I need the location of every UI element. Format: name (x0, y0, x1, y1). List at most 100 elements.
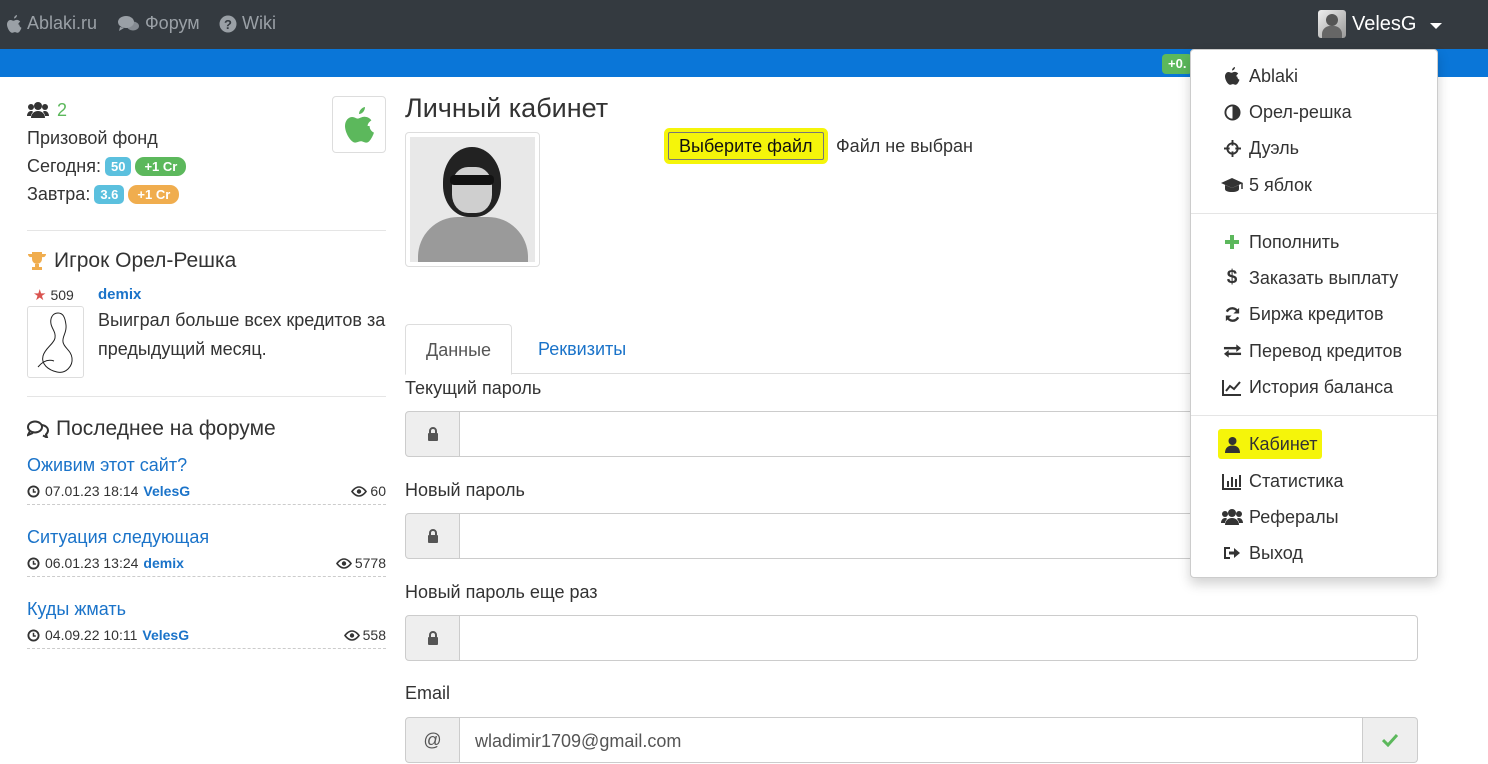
question-circle-icon: ? (219, 15, 237, 32)
dropdown-item-refresh[interactable]: Биржа кредитов (1191, 299, 1437, 329)
sketch-avatar-icon (37, 312, 73, 373)
caret-down-icon (1430, 22, 1443, 29)
player-description: Выиграл больше всех кредитов за предыдущ… (98, 310, 386, 359)
dropdown-item-label: Рефералы (1249, 506, 1339, 527)
forum-topic-views-count: 60 (370, 483, 386, 499)
forum-topic-meta: 04.09.22 10:11 VelesG 558 (27, 627, 386, 643)
forum-topic: Оживим этот сайт? 07.01.23 18:14 VelesG 60 (27, 455, 386, 505)
forum-topic-date: 06.01.23 13:24 (45, 555, 139, 571)
dropdown-item-users[interactable]: Рефералы (1191, 502, 1437, 532)
player-rating-value: 509 (50, 287, 74, 303)
dropdown-item-apple[interactable]: Ablaki (1191, 61, 1437, 91)
dropdown-divider (1191, 415, 1437, 416)
apple-icon (1221, 65, 1243, 87)
star-icon: ★ (33, 287, 47, 304)
forum-topic-link[interactable]: Куды жмать (27, 599, 386, 625)
repeat-password-input[interactable] (460, 615, 1418, 661)
user-dropdown-menu: Ablaki Орел-решка Дуэль 5 яблок Пополнить $ За… (1190, 49, 1438, 578)
today-label: Сегодня: (27, 155, 101, 176)
tomorrow-label: Завтра: (27, 183, 91, 204)
email-input[interactable]: wladimir1709@gmail.com (460, 717, 1363, 763)
dropdown-item-crosshairs[interactable]: Дуэль (1191, 133, 1437, 163)
forum-topic-author[interactable]: VelesG (143, 483, 190, 499)
apple-icon (345, 106, 374, 143)
user-icon (1221, 433, 1243, 455)
forum-topic-author[interactable]: VelesG (142, 627, 189, 643)
player-section-label: Игрок Орел-Решка (54, 249, 237, 272)
dropdown-item-label: Орел-решка (1249, 101, 1352, 122)
user-menu-toggle[interactable]: VelesG (1318, 10, 1443, 38)
dropdown-item-label: История баланса (1249, 376, 1394, 397)
sign-out-icon (1221, 542, 1243, 564)
forum-topic-views-count: 558 (362, 627, 386, 643)
forum-topic-date: 07.01.23 18:14 (45, 483, 139, 499)
dropdown-item-label: Ablaki (1249, 65, 1299, 86)
choose-file-button[interactable]: Выберите файл (668, 132, 824, 160)
dropdown-item-graduation-cap[interactable]: 5 яблок (1191, 170, 1437, 200)
dropdown-item-bar-chart[interactable]: Статистика (1191, 466, 1437, 496)
nav-brand-link[interactable]: Ablaki.ru (6, 13, 97, 34)
half-circle-icon (1221, 101, 1243, 123)
dropdown-item-line-chart[interactable]: История баланса (1191, 372, 1437, 402)
file-status-text: Файл не выбран (836, 136, 973, 156)
eye-icon (343, 629, 360, 641)
repeat-password-group (405, 615, 1418, 661)
dropdown-item-transfer[interactable]: Перевод кредитов (1191, 336, 1437, 366)
users-icon (27, 102, 49, 118)
dropdown-item-dollar[interactable]: $ Заказать выплату (1191, 263, 1437, 293)
dropdown-item-label: Биржа кредитов (1249, 303, 1384, 324)
clock-icon (27, 484, 40, 498)
player-name-link[interactable]: demix (98, 286, 141, 303)
repeat-password-label: Новый пароль еще раз (405, 582, 598, 602)
forum-topic-views: 60 (351, 483, 386, 499)
graduation-cap-icon (1221, 174, 1243, 196)
user-avatar (1318, 10, 1346, 38)
at-sign-icon: @ (405, 717, 460, 763)
line-chart-icon (1221, 376, 1243, 398)
trophy-icon (27, 252, 47, 270)
tomorrow-value-badge: 3.6 (94, 184, 125, 204)
crosshairs-icon (1221, 137, 1243, 159)
dropdown-item-half-circle[interactable]: Орел-решка (1191, 97, 1437, 127)
forum-topic-link[interactable]: Оживим этот сайт? (27, 455, 386, 481)
tab-requisites[interactable]: Реквизиты (518, 324, 646, 374)
player-section-title: Игрок Орел-Решка (27, 249, 236, 273)
dropdown-item-label: Кабинет (1249, 433, 1318, 454)
eye-icon (351, 485, 368, 497)
forum-topic-meta: 06.01.23 13:24 demix 5778 (27, 555, 386, 571)
forum-topic-link[interactable]: Ситуация следующая (27, 527, 386, 553)
forum-topic-author[interactable]: demix (143, 555, 183, 571)
nav-wiki-link[interactable]: ? Wiki (219, 13, 276, 34)
dropdown-item-label: Выход (1249, 542, 1303, 563)
lock-icon (405, 513, 460, 559)
transfer-icon (1221, 340, 1243, 362)
player-avatar[interactable] (27, 306, 84, 378)
dropdown-item-label: Заказать выплату (1249, 267, 1399, 288)
forum-topic-date: 04.09.22 10:11 (45, 627, 138, 643)
dropdown-item-label: 5 яблок (1249, 174, 1312, 195)
dropdown-item-label: Пополнить (1249, 231, 1340, 252)
ablaki-logo-button[interactable] (332, 96, 386, 153)
email-label: Email (405, 683, 451, 703)
forum-topic-views: 5778 (335, 555, 386, 571)
tab-data[interactable]: Данные (405, 324, 513, 375)
divider (27, 230, 386, 231)
forum-section-label: Последнее на форуме (56, 417, 276, 440)
dropdown-item-plus[interactable]: Пополнить (1191, 227, 1437, 257)
current-password-label: Текущий пароль (405, 378, 542, 398)
dropdown-item-label: Статистика (1249, 470, 1344, 491)
clock-icon (27, 628, 40, 642)
bar-chart-icon (1221, 470, 1243, 492)
dropdown-item-sign-out[interactable]: Выход (1191, 538, 1437, 568)
forum-topic-views: 558 (343, 627, 386, 643)
users-icon (1221, 506, 1243, 528)
forum-topic-views-count: 5778 (354, 555, 386, 571)
dropdown-item-user[interactable]: Кабинет (1191, 429, 1331, 459)
nav-wiki-label: Wiki (242, 13, 276, 33)
nav-forum-link[interactable]: Форум (118, 13, 200, 34)
lock-icon (405, 411, 460, 457)
forum-section-title: Последнее на форуме (27, 417, 276, 441)
dropdown-item-label: Дуэль (1249, 137, 1300, 158)
nav-forum-label: Форум (145, 13, 200, 33)
profile-photo (405, 132, 540, 267)
